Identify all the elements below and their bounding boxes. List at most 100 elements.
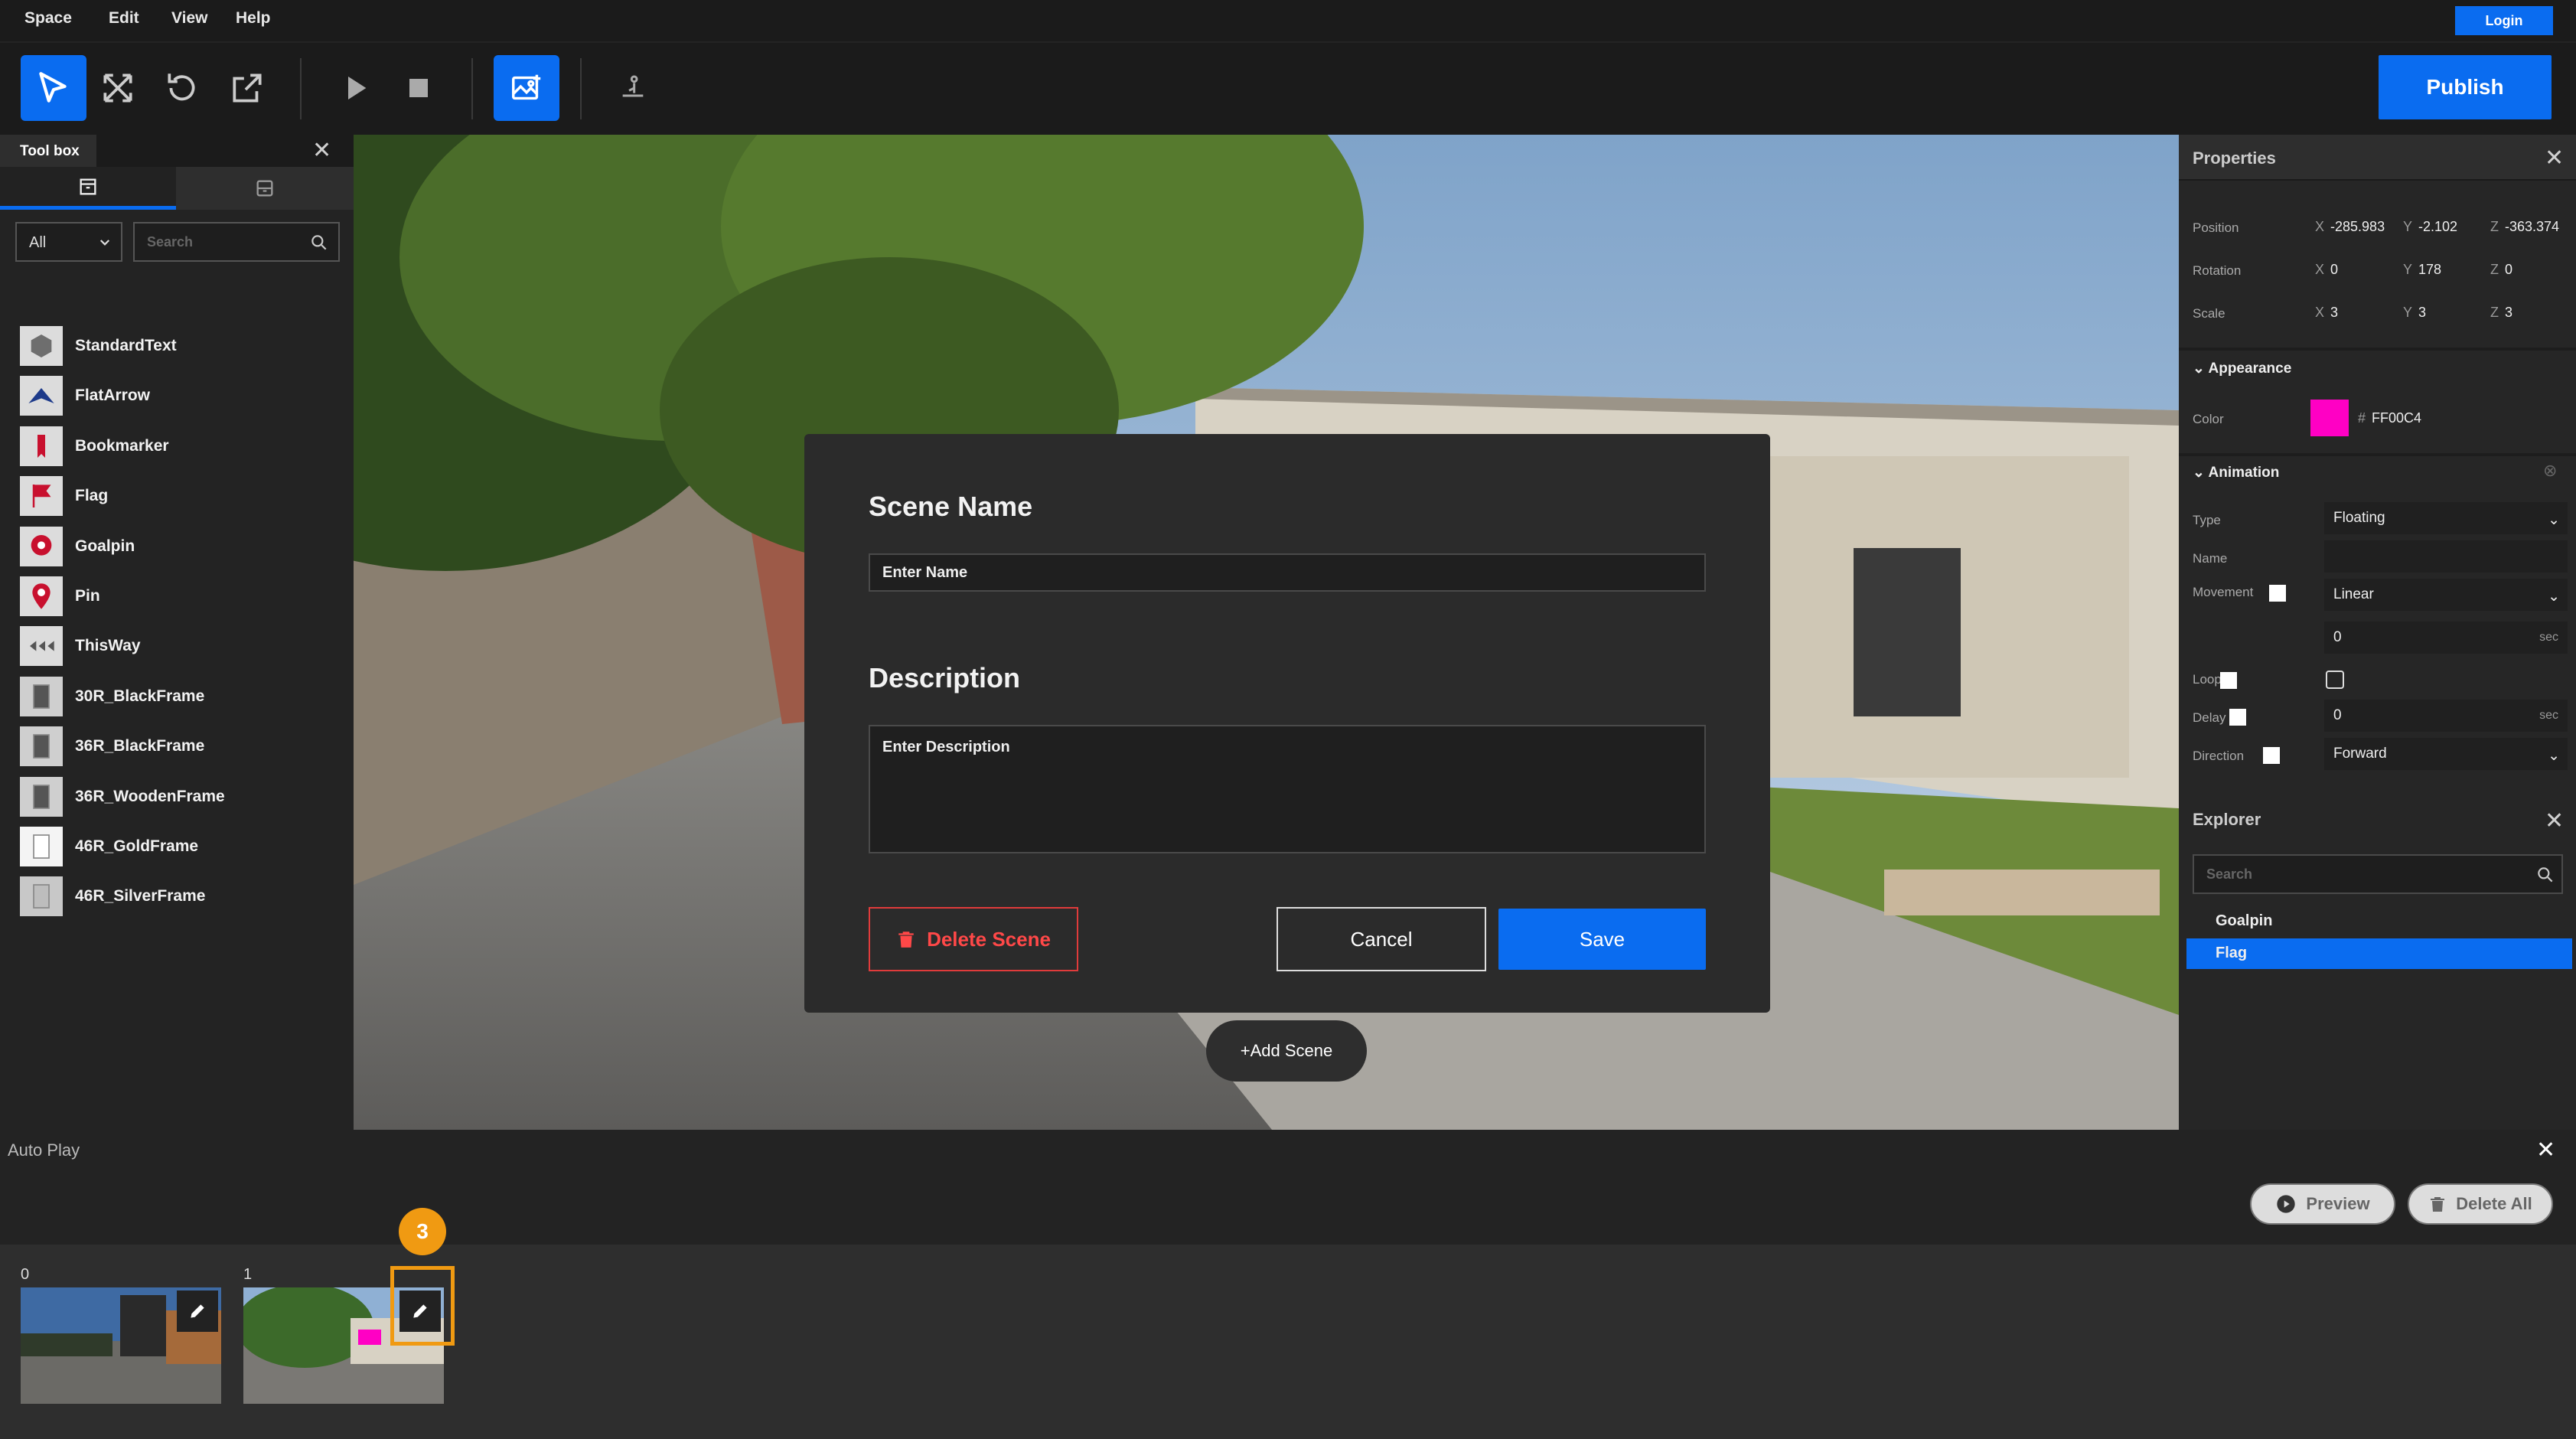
tool-item-flatarrow[interactable]: FlatArrow (0, 368, 354, 422)
move-tool-button[interactable] (85, 55, 151, 121)
explorer-item-goalpin[interactable]: Goalpin (2186, 906, 2572, 937)
movement-select[interactable]: Linear ⌄ (2324, 579, 2568, 611)
delete-all-button[interactable]: Delete All (2408, 1183, 2553, 1225)
chevron-down-icon: ⌄ (2548, 589, 2560, 605)
duration-input[interactable]: 0 sec (2324, 622, 2568, 654)
flag-icon (32, 485, 51, 508)
properties-panel: Properties ✕ Position X -285.983 Y -2.102 … (2179, 135, 2576, 801)
close-icon[interactable]: ✕ (312, 139, 331, 162)
color-hex[interactable]: # FF00C4 (2358, 410, 2421, 426)
scale-z[interactable]: Z3 (2490, 305, 2512, 321)
scale-label: Scale (2193, 306, 2225, 321)
chevron-down-icon: ⌄ (2548, 512, 2560, 528)
toolbox-search-input[interactable] (135, 224, 303, 260)
tool-item-36r_blackframe[interactable]: 36R_BlackFrame (0, 719, 354, 772)
rotation-label: Rotation (2193, 263, 2242, 278)
scale-y[interactable]: Y3 (2403, 305, 2426, 321)
search-icon[interactable] (309, 233, 329, 253)
scene-strip: 0 1 (0, 1245, 2576, 1439)
category-filter[interactable]: All (15, 222, 122, 262)
loop-checkbox[interactable] (2326, 671, 2344, 689)
toolbar-separator (300, 58, 302, 119)
explorer-item-flag[interactable]: Flag (2186, 938, 2572, 969)
frame-icon (33, 734, 50, 759)
rotation-z[interactable]: Z0 (2490, 262, 2512, 278)
position-x[interactable]: X -285.983 (2315, 219, 2385, 235)
save-button[interactable]: Save (1498, 909, 1706, 970)
select-tool-button[interactable] (21, 55, 86, 121)
scene-thumbnail[interactable] (21, 1287, 221, 1404)
preview-label: Preview (2306, 1194, 2370, 1213)
rotation-y[interactable]: Y 178 (2403, 262, 2441, 278)
description-input[interactable] (869, 725, 1706, 853)
close-icon[interactable]: ✕ (2545, 147, 2564, 170)
movement-label: Movement (2193, 585, 2254, 599)
color-label: Color (2193, 412, 2224, 426)
tool-item-standardtext[interactable]: StandardText (0, 318, 354, 372)
movement-checkbox[interactable] (2269, 585, 2286, 602)
menu-edit[interactable]: Edit (109, 9, 139, 28)
rotation-x[interactable]: X0 (2315, 262, 2338, 278)
delay-label: Delay (2193, 710, 2226, 725)
cancel-button[interactable]: Cancel (1277, 907, 1486, 971)
close-icon[interactable]: ✕ (2536, 1139, 2555, 1162)
person-marker-icon (622, 75, 644, 97)
tool-item-flag[interactable]: Flag (0, 468, 354, 522)
direction-checkbox[interactable] (2263, 747, 2280, 764)
tool-item-36r_woodenframe[interactable]: 36R_WoodenFrame (0, 769, 354, 823)
filter-value: All (29, 234, 47, 251)
stop-button[interactable] (386, 55, 452, 121)
chevron-down-icon: ⌄ (2193, 465, 2209, 481)
scale-icon (233, 73, 262, 103)
position-z[interactable]: Z -363.374 (2490, 219, 2559, 235)
toolbox-search (133, 222, 340, 262)
close-icon[interactable]: ✕ (2545, 810, 2564, 833)
login-button[interactable]: Login (2455, 6, 2553, 35)
publish-button[interactable]: Publish (2379, 55, 2552, 119)
delete-scene-button[interactable]: Delete Scene (869, 907, 1078, 971)
edit-scene-button[interactable] (177, 1291, 218, 1332)
animation-section[interactable]: ⌄ Animation (2193, 464, 2279, 481)
chevron-down-icon: ⌄ (2548, 748, 2560, 764)
toolbar: Publish (0, 41, 2576, 135)
tab-assets[interactable] (176, 167, 354, 210)
explorer-search (2193, 854, 2563, 894)
direction-select[interactable]: Forward ⌄ (2324, 738, 2568, 770)
add-scene-button[interactable]: +Add Scene (1206, 1020, 1367, 1082)
loop-toggle[interactable] (2220, 672, 2237, 689)
frame-icon (33, 884, 50, 909)
scale-tool-button[interactable] (214, 55, 280, 121)
tool-item-goalpin[interactable]: Goalpin (0, 519, 354, 573)
type-select[interactable]: Floating ⌄ (2324, 502, 2568, 534)
tool-label: 46R_SilverFrame (75, 887, 206, 905)
preview-button[interactable]: Preview (2250, 1183, 2395, 1225)
color-swatch[interactable] (2310, 400, 2349, 436)
appearance-section[interactable]: ⌄ Appearance (2193, 360, 2291, 377)
position-y[interactable]: Y -2.102 (2403, 219, 2457, 235)
explorer-search-input[interactable] (2194, 856, 2523, 892)
animation-name-input[interactable] (2324, 540, 2568, 573)
person-marker-button[interactable] (600, 55, 666, 121)
tool-item-pin[interactable]: Pin (0, 569, 354, 622)
toolbox-tab[interactable]: Tool box (0, 135, 96, 167)
tool-item-thisway[interactable]: ThisWay (0, 618, 354, 672)
tool-thumbnail (20, 426, 63, 466)
tab-objects[interactable] (0, 167, 176, 210)
scene-name-input[interactable] (869, 553, 1706, 592)
rotate-tool-button[interactable] (149, 55, 215, 121)
search-icon[interactable] (2535, 865, 2555, 885)
menu-view[interactable]: View (171, 9, 207, 28)
tool-item-46r_goldframe[interactable]: 46R_GoldFrame (0, 819, 354, 873)
menu-space[interactable]: Space (24, 9, 72, 28)
tool-item-46r_silverframe[interactable]: 46R_SilverFrame (0, 869, 354, 922)
scene-image-button[interactable] (494, 55, 559, 121)
delay-checkbox[interactable] (2229, 709, 2246, 726)
menu-help[interactable]: Help (236, 9, 271, 28)
tool-item-30r_blackframe[interactable]: 30R_BlackFrame (0, 669, 354, 723)
tool-item-bookmarker[interactable]: Bookmarker (0, 419, 354, 472)
play-button[interactable] (323, 55, 389, 121)
remove-animation-icon[interactable]: ⊗ (2543, 461, 2557, 481)
arrow-icon (28, 388, 54, 404)
scale-x[interactable]: X3 (2315, 305, 2338, 321)
delay-input[interactable]: 0 sec (2324, 700, 2568, 732)
